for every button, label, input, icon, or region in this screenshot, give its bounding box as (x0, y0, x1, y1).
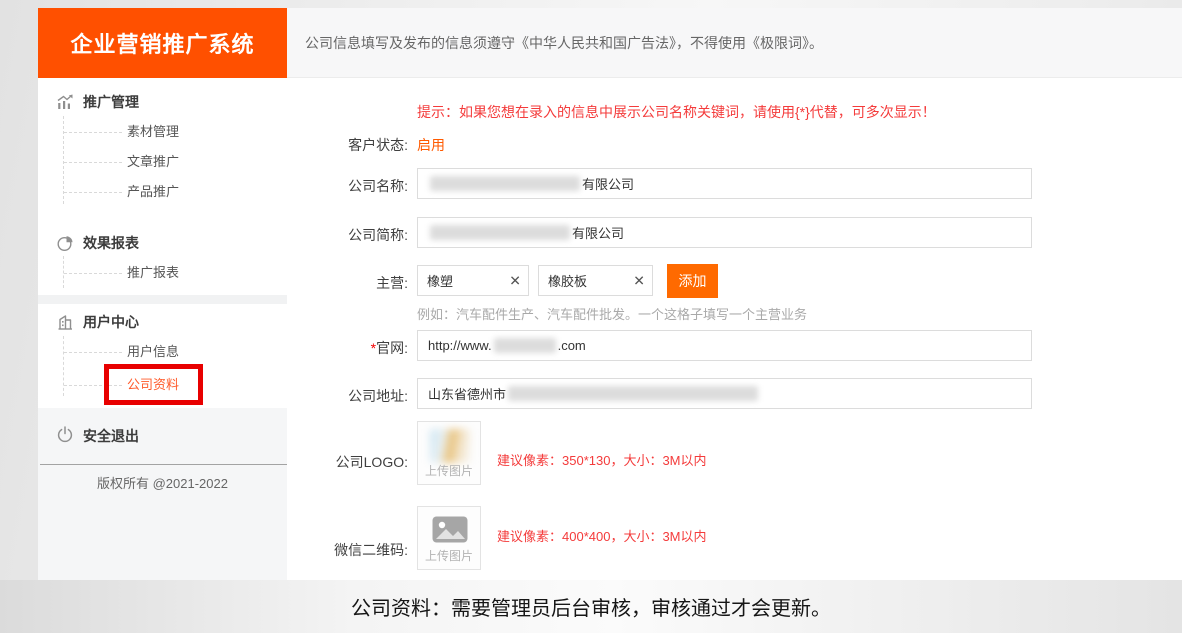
company-name-label: 公司名称: (287, 176, 408, 196)
sidebar-item-label: 产品推广 (127, 184, 179, 199)
address-prefix: 山东省德州市 (428, 384, 506, 403)
redacted-text (508, 386, 758, 401)
business-hint: 例如：汽车配件生产、汽车配件批发。一个这格子填写一个主营业务 (417, 304, 807, 323)
sidebar-item-logout[interactable]: 安全退出 (38, 423, 287, 447)
sidebar-item-label: 推广报表 (127, 265, 179, 280)
sidebar-item-label: 素材管理 (127, 124, 179, 139)
sidebar-item-material[interactable]: 素材管理 (38, 121, 287, 143)
sidebar-item-label: 用户信息 (127, 344, 179, 359)
tag-value: 橡塑 (427, 271, 453, 290)
business-tag-input-2[interactable]: 橡胶板 ✕ (538, 265, 653, 296)
website-input[interactable]: http://www. .com (417, 330, 1032, 361)
add-button[interactable]: 添加 (667, 264, 718, 298)
company-short-label: 公司简称: (287, 225, 408, 245)
company-name-input[interactable]: 有限公司 (417, 168, 1032, 199)
status-value: 启用 (417, 135, 445, 155)
status-label: 客户状态: (287, 135, 408, 155)
notice-bar: 公司信息填写及发布的信息须遵守《中华人民共和国广告法》，不得使用《极限词》。 (287, 8, 1182, 78)
sidebar: 推广管理 素材管理 文章推广 产品推广 效果报表 推广报表 用户中心 用户信息 (38, 78, 287, 580)
image-placeholder-icon (432, 516, 468, 548)
sidebar-group-promotion: 推广管理 (38, 90, 287, 114)
business-tag-input-1[interactable]: 橡塑 ✕ (417, 265, 529, 296)
sidebar-group-usercenter: 用户中心 (38, 310, 287, 334)
sidebar-group-gap (38, 295, 287, 304)
qr-upload-button[interactable]: 上传图片 (417, 506, 481, 570)
logo-label: 公司LOGO: (287, 452, 408, 472)
qr-label: 微信二维码: (287, 540, 408, 560)
notice-text: 公司信息填写及发布的信息须遵守《中华人民共和国广告法》，不得使用《极限词》。 (305, 33, 823, 53)
logo-size-hint: 建议像素：350*130，大小：3M以内 (497, 450, 707, 469)
sidebar-group-label[interactable]: 推广管理 (83, 92, 139, 112)
sidebar-item-label: 公司资料 (127, 377, 179, 392)
logout-label: 安全退出 (83, 426, 139, 446)
company-name-suffix: 有限公司 (582, 174, 634, 193)
clear-icon[interactable]: ✕ (633, 272, 645, 289)
address-label: 公司地址: (287, 386, 408, 406)
sidebar-item-userinfo[interactable]: 用户信息 (38, 341, 287, 363)
form-tip: 提示：如果您想在录入的信息中展示公司名称关键词，请使用{*}代替，可多次显示！ (417, 102, 936, 122)
caption-band: 公司资料：需要管理员后台审核，审核通过才会更新。 (0, 580, 1182, 633)
app-title: 企业营销推广系统 (38, 8, 287, 78)
website-label-text: 官网: (376, 340, 408, 356)
company-short-input[interactable]: 有限公司 (417, 217, 1032, 248)
address-input[interactable]: 山东省德州市 (417, 378, 1032, 409)
website-label: *官网: (287, 338, 408, 358)
qr-size-hint: 建议像素：400*400，大小：3M以内 (497, 526, 707, 545)
company-short-suffix: 有限公司 (572, 223, 624, 242)
sidebar-group-label[interactable]: 效果报表 (83, 233, 139, 253)
sidebar-group-reports: 效果报表 (38, 231, 287, 255)
caption-text: 公司资料：需要管理员后台审核，审核通过才会更新。 (351, 592, 831, 621)
sidebar-divider (40, 464, 287, 465)
redacted-text (430, 225, 570, 240)
main-business-label: 主营: (287, 273, 408, 293)
sidebar-item-product[interactable]: 产品推广 (38, 181, 287, 203)
sidebar-item-company-profile[interactable]: 公司资料 (38, 374, 287, 396)
sidebar-item-article[interactable]: 文章推广 (38, 151, 287, 173)
sidebar-group-label[interactable]: 用户中心 (83, 312, 139, 332)
copyright-text: 版权所有 @2021-2022 (38, 473, 287, 492)
clear-icon[interactable]: ✕ (509, 272, 521, 289)
redacted-text (494, 338, 556, 353)
trend-chart-icon (54, 91, 76, 113)
website-suffix: .com (558, 338, 586, 353)
upload-text: 上传图片 (418, 462, 480, 479)
website-prefix: http://www. (428, 338, 492, 353)
power-icon (54, 423, 76, 445)
upload-text: 上传图片 (418, 547, 480, 564)
building-icon (54, 311, 76, 333)
logo-upload-button[interactable]: 上传图片 (417, 421, 481, 485)
pie-chart-icon (54, 232, 76, 254)
tag-value: 橡胶板 (548, 271, 587, 290)
redacted-text (430, 176, 580, 191)
sidebar-item-report[interactable]: 推广报表 (38, 262, 287, 284)
company-profile-form: 提示：如果您想在录入的信息中展示公司名称关键词，请使用{*}代替，可多次显示！ … (287, 78, 1182, 580)
sidebar-item-label: 文章推广 (127, 154, 179, 169)
logo-preview-blurred (430, 429, 470, 463)
